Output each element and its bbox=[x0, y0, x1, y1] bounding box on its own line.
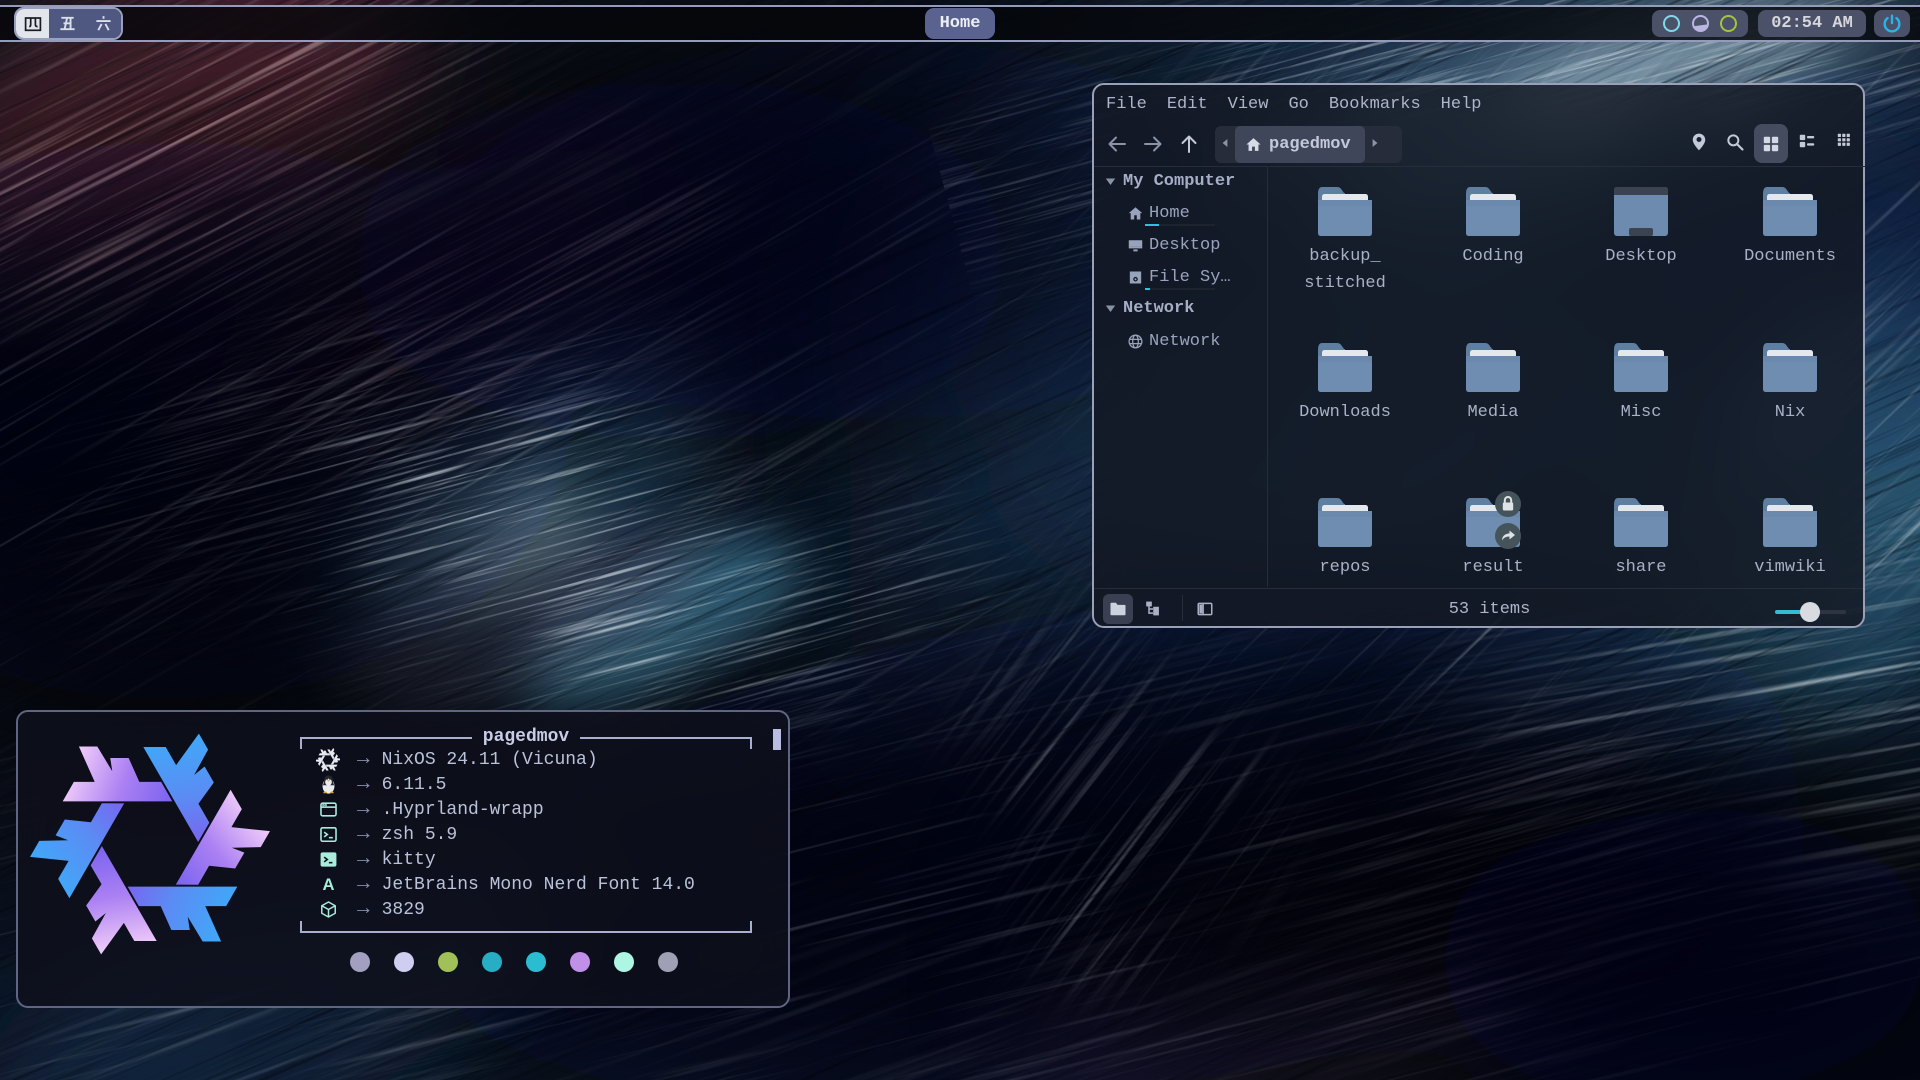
svg-text:A: A bbox=[322, 875, 334, 894]
